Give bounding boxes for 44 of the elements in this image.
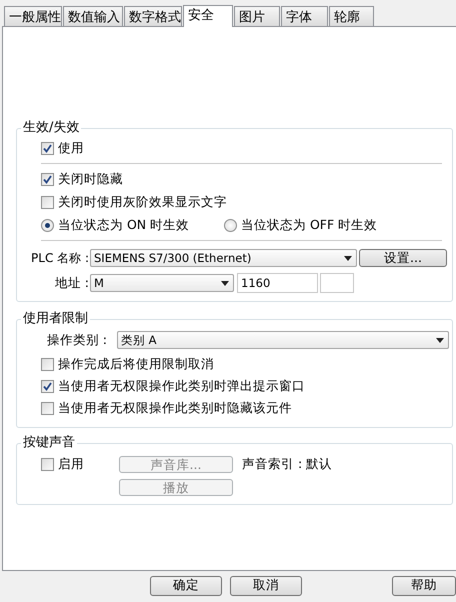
field-label: PLC 名称 : xyxy=(30,250,89,266)
tab[interactable]: 数字格式 xyxy=(124,6,182,26)
checkbox[interactable] xyxy=(41,380,54,392)
tab[interactable]: 数值输入 xyxy=(63,6,123,26)
dropdown[interactable]: SIEMENS S7/300 (Ethernet) xyxy=(90,249,357,267)
group-title: 使用者限制 xyxy=(22,312,89,326)
field-label: 地址 : xyxy=(54,274,89,292)
caret-icon xyxy=(221,280,229,286)
checkbox-label: 使用 xyxy=(58,140,84,156)
tab[interactable]: 安全 xyxy=(183,5,233,27)
checkbox-label: 当使用者无权限操作此类别时隐藏该元件 xyxy=(58,400,292,416)
checkbox-label: 关闭时隐藏 xyxy=(58,170,123,188)
caret-icon xyxy=(344,256,352,260)
radio-label: 当位状态为 ON 时生效 xyxy=(58,216,190,234)
checkbox[interactable] xyxy=(41,142,54,154)
checkbox[interactable] xyxy=(41,358,54,370)
cancel-button[interactable]: 取消 xyxy=(230,576,302,596)
checkbox[interactable] xyxy=(41,196,54,208)
checkbox[interactable] xyxy=(41,172,54,186)
tab[interactable]: 轮廓 xyxy=(329,6,374,26)
checkbox-label: 启用 xyxy=(58,456,84,472)
checkbox-label: 当使用者无权限操作此类别时弹出提示窗口 xyxy=(58,378,305,394)
radio-button[interactable] xyxy=(41,218,54,232)
group-title: 按键声音 xyxy=(22,436,76,450)
dropdown[interactable]: M xyxy=(90,274,234,292)
input-field[interactable] xyxy=(320,273,354,293)
field-label: 操作类别 : xyxy=(46,332,107,348)
input-field[interactable]: 1160 xyxy=(237,273,318,293)
radio-button[interactable] xyxy=(224,218,237,232)
checkbox-label: 关闭时使用灰阶效果显示文字 xyxy=(58,194,227,210)
sound-index-text: 声音索引 : 默认 xyxy=(242,456,332,472)
checkbox[interactable] xyxy=(41,402,54,414)
checkbox[interactable] xyxy=(41,458,54,470)
dropdown[interactable]: 类别 A xyxy=(117,331,449,349)
tab[interactable]: 图片 xyxy=(234,6,280,26)
tab[interactable]: 一般属性 xyxy=(4,6,62,26)
radio-label: 当位状态为 OFF 时生效 xyxy=(241,216,378,234)
caret-icon xyxy=(436,338,444,342)
settings-button[interactable]: 设置... xyxy=(359,249,447,267)
group-title: 生效/失效 xyxy=(22,121,80,135)
tab[interactable]: 字体 xyxy=(281,6,328,26)
ok-button[interactable]: 确定 xyxy=(150,576,222,596)
help-button[interactable]: 帮助 xyxy=(392,576,456,596)
checkbox-label: 操作完成后将使用限制取消 xyxy=(58,356,214,372)
